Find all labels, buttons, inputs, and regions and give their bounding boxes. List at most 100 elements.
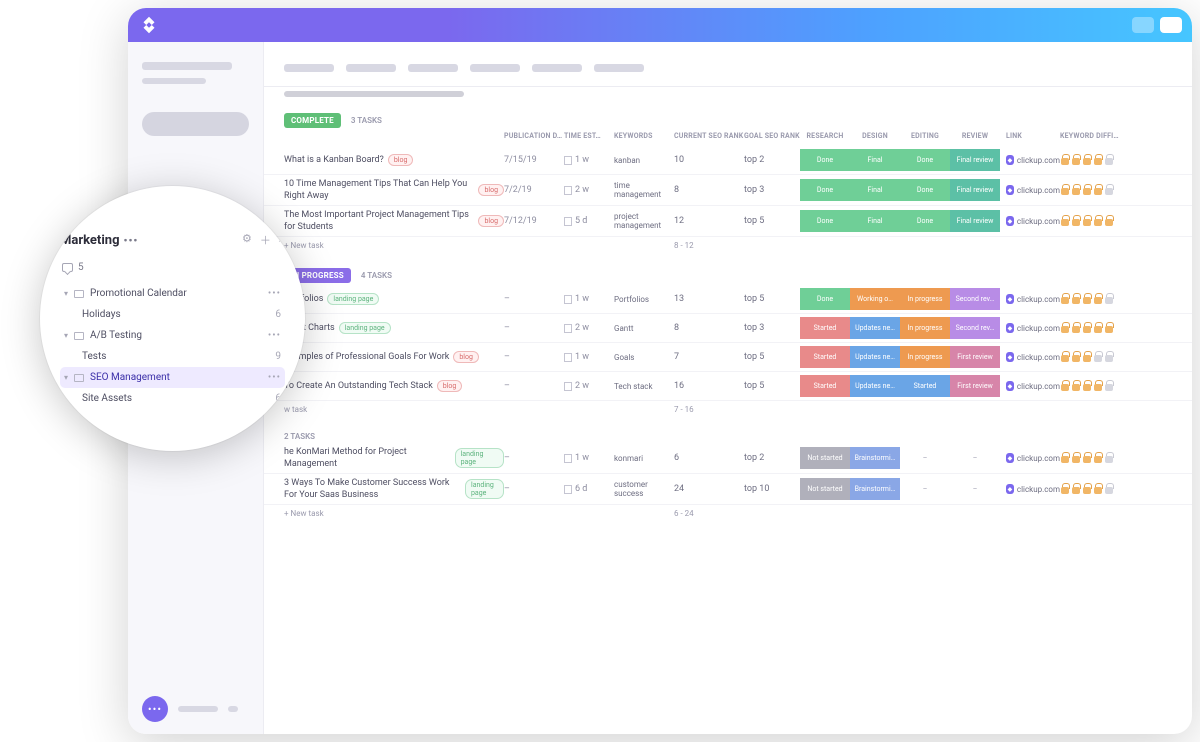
task-row[interactable]: 10 Time Management Tips That Can Help Yo… (264, 175, 1192, 206)
keywords-cell[interactable]: time management (614, 181, 674, 199)
time-estimate[interactable]: 2 w (564, 381, 614, 391)
time-estimate[interactable]: 1 w (564, 294, 614, 304)
task-row[interactable]: The Most Important Project Management Ti… (264, 206, 1192, 237)
publication-date[interactable]: – (504, 294, 564, 304)
sidebar-item[interactable]: Holidays6 (60, 304, 285, 325)
new-task-button[interactable]: w task (284, 405, 307, 414)
link-cell[interactable]: ◆clickup.com (1000, 484, 1060, 494)
goal-rank-cell[interactable]: top 5 (744, 352, 800, 362)
status-cell[interactable]: Not started (800, 478, 850, 500)
status-cell[interactable]: Updates ne… (850, 375, 900, 397)
status-cell[interactable]: Done (900, 149, 950, 171)
link-cell[interactable]: ◆clickup.com (1000, 155, 1060, 165)
status-cell[interactable]: First review (950, 375, 1000, 397)
time-estimate[interactable]: 5 d (564, 216, 614, 226)
search-input[interactable] (142, 112, 249, 136)
plus-icon[interactable]: ＋ (260, 232, 271, 248)
more-icon[interactable]: ••• (268, 288, 281, 299)
link-cell[interactable]: ◆clickup.com (1000, 185, 1060, 195)
publication-date[interactable]: 7/15/19 (504, 155, 564, 165)
goal-rank-cell[interactable]: top 5 (744, 216, 800, 226)
sidebar-item[interactable]: Tests9 (60, 346, 285, 367)
status-cell[interactable]: Not started (800, 447, 850, 469)
goal-rank-cell[interactable]: top 2 (744, 155, 800, 165)
status-cell[interactable]: Done (800, 149, 850, 171)
publication-date[interactable]: – (504, 453, 564, 463)
sidebar-item[interactable]: ▾A/B Testing••• (60, 325, 285, 346)
status-cell[interactable]: Final (850, 149, 900, 171)
seo-rank-cell[interactable]: 10 (674, 155, 744, 165)
publication-date[interactable]: – (504, 352, 564, 362)
new-task-button[interactable]: + New task (284, 509, 324, 518)
more-icon[interactable]: ••• (268, 330, 281, 341)
seo-rank-cell[interactable]: 12 (674, 216, 744, 226)
publication-date[interactable]: – (504, 484, 564, 494)
time-estimate[interactable]: 2 w (564, 185, 614, 195)
scroll-track[interactable] (284, 91, 464, 97)
task-row[interactable]: To Create An Outstanding Tech Stackblog–… (264, 372, 1192, 401)
chevron-down-icon[interactable]: ▾ (64, 289, 68, 298)
titlebar-pill[interactable] (1132, 17, 1154, 33)
titlebar-pill[interactable] (1160, 17, 1182, 33)
status-cell[interactable]: Done (800, 288, 850, 310)
status-cell[interactable]: Started (800, 346, 850, 368)
publication-date[interactable]: – (504, 381, 564, 391)
seo-rank-cell[interactable]: 13 (674, 294, 744, 304)
seo-rank-cell[interactable]: 8 (674, 323, 744, 333)
seo-rank-cell[interactable]: 8 (674, 185, 744, 195)
link-cell[interactable]: ◆clickup.com (1000, 323, 1060, 333)
task-tag[interactable]: blog (388, 154, 414, 166)
keywords-cell[interactable]: Gantt (614, 324, 674, 333)
chevron-down-icon[interactable]: ▾ (64, 373, 68, 382)
status-cell[interactable]: Final (850, 210, 900, 232)
goal-rank-cell[interactable]: top 10 (744, 484, 800, 494)
goal-rank-cell[interactable]: top 2 (744, 453, 800, 463)
seo-rank-cell[interactable]: 6 (674, 453, 744, 463)
chat-button[interactable]: ••• (142, 696, 168, 722)
status-cell[interactable]: Second rev… (950, 288, 1000, 310)
status-cell[interactable]: – (950, 447, 1000, 469)
more-icon[interactable]: ••• (124, 234, 139, 247)
sidebar-item[interactable]: ▾SEO Management••• (60, 367, 285, 388)
seo-rank-cell[interactable]: 24 (674, 484, 744, 494)
task-row[interactable]: Portfolioslanding page–1 wPortfolios13to… (264, 285, 1192, 314)
status-cell[interactable]: Done (900, 210, 950, 232)
goal-rank-cell[interactable]: top 3 (744, 323, 800, 333)
task-row[interactable]: Examples of Professional Goals For Workb… (264, 343, 1192, 372)
task-tag[interactable]: blog (478, 215, 504, 227)
status-cell[interactable]: Started (800, 317, 850, 339)
status-cell[interactable]: First review (950, 346, 1000, 368)
keywords-cell[interactable]: Portfolios (614, 295, 674, 304)
status-cell[interactable]: Updates ne… (850, 317, 900, 339)
keywords-cell[interactable]: konmari (614, 454, 674, 463)
status-cell[interactable]: Final (850, 179, 900, 201)
task-row[interactable]: Gantt Chartslanding page–2 wGantt8top 3S… (264, 314, 1192, 343)
publication-date[interactable]: 7/12/19 (504, 216, 564, 226)
link-cell[interactable]: ◆clickup.com (1000, 294, 1060, 304)
time-estimate[interactable]: 6 d (564, 484, 614, 494)
task-row[interactable]: What is a Kanban Board?blog7/15/191 wkan… (264, 146, 1192, 175)
status-cell[interactable]: – (900, 478, 950, 500)
status-cell[interactable]: In progress (900, 317, 950, 339)
publication-date[interactable]: 7/2/19 (504, 185, 564, 195)
keywords-cell[interactable]: Goals (614, 353, 674, 362)
goal-rank-cell[interactable]: top 5 (744, 294, 800, 304)
keywords-cell[interactable]: Tech stack (614, 382, 674, 391)
status-cell[interactable]: Brainstormi… (850, 447, 900, 469)
task-tag[interactable]: blog (437, 380, 463, 392)
goal-rank-cell[interactable]: top 3 (744, 185, 800, 195)
seo-rank-cell[interactable]: 16 (674, 381, 744, 391)
time-estimate[interactable]: 1 w (564, 453, 614, 463)
status-cell[interactable]: Final review (950, 210, 1000, 232)
time-estimate[interactable]: 1 w (564, 155, 614, 165)
status-cell[interactable]: Started (900, 375, 950, 397)
sidebar-item[interactable]: ▾Promotional Calendar••• (60, 283, 285, 304)
goal-rank-cell[interactable]: top 5 (744, 381, 800, 391)
task-tag[interactable]: landing page (465, 479, 504, 499)
task-tag[interactable]: landing page (339, 322, 391, 334)
status-cell[interactable]: Done (800, 210, 850, 232)
seo-rank-cell[interactable]: 7 (674, 352, 744, 362)
status-cell[interactable]: Working o… (850, 288, 900, 310)
status-cell[interactable]: Updates ne… (850, 346, 900, 368)
sidebar-item[interactable]: Site Assets6 (60, 388, 285, 409)
